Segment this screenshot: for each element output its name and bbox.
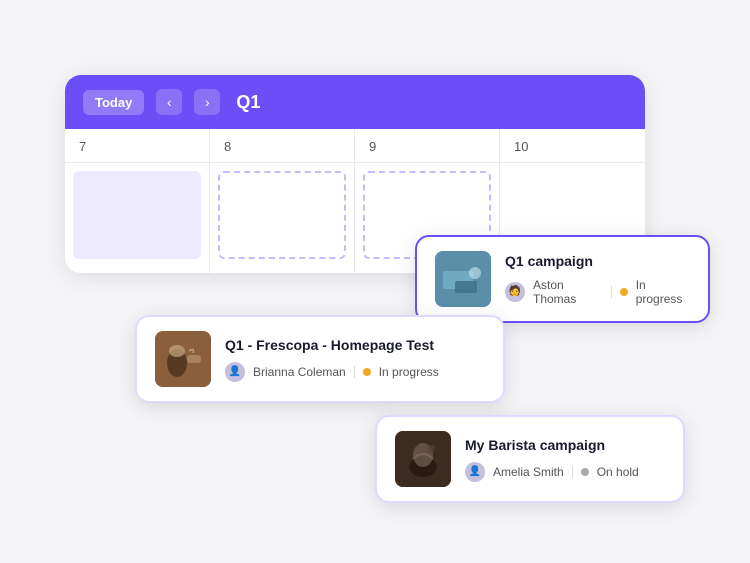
task-title-q1: Q1 campaign <box>505 252 690 270</box>
divider-q1 <box>611 286 612 298</box>
today-button[interactable]: Today <box>83 90 144 115</box>
day-header-7: 7 <box>65 129 209 163</box>
status-dot-q1 <box>620 288 628 296</box>
day-header-8: 8 <box>210 129 354 163</box>
avatar-barista: 👤 <box>465 462 485 482</box>
task-thumbnail-barista <box>395 431 451 487</box>
avatar-frescopa: 👤 <box>225 362 245 382</box>
divider-frescopa <box>354 366 355 378</box>
status-dot-frescopa <box>363 368 371 376</box>
avatar-q1: 🧑 <box>505 282 525 302</box>
day-header-10: 10 <box>500 129 645 163</box>
status-barista: On hold <box>597 465 639 479</box>
status-frescopa: In progress <box>379 365 439 379</box>
cal-col-8: 8 <box>210 129 355 273</box>
status-q1: In progress <box>636 278 690 306</box>
task-card-q1-campaign[interactable]: Q1 campaign 🧑 Aston Thomas In progress <box>415 235 710 323</box>
task-info-q1: Q1 campaign 🧑 Aston Thomas In progress <box>505 252 690 305</box>
task-info-barista: My Barista campaign 👤 Amelia Smith On ho… <box>465 436 665 481</box>
day-header-9: 9 <box>355 129 499 163</box>
cal-col-7: 7 <box>65 129 210 273</box>
task-thumbnail-q1 <box>435 251 491 307</box>
author-q1: Aston Thomas <box>533 278 603 306</box>
task-info-frescopa: Q1 - Frescopa - Homepage Test 👤 Brianna … <box>225 336 485 381</box>
task-card-frescopa[interactable]: Q1 - Frescopa - Homepage Test 👤 Brianna … <box>135 315 505 403</box>
task-meta-q1: 🧑 Aston Thomas In progress <box>505 278 690 306</box>
divider-barista <box>572 466 573 478</box>
task-card-barista[interactable]: My Barista campaign 👤 Amelia Smith On ho… <box>375 415 685 503</box>
day-body-8 <box>210 163 354 273</box>
next-button[interactable]: › <box>194 89 220 115</box>
author-frescopa: Brianna Coleman <box>253 365 346 379</box>
event-block-7[interactable] <box>73 171 201 259</box>
task-title-frescopa: Q1 - Frescopa - Homepage Test <box>225 336 485 354</box>
event-dashed-8[interactable] <box>218 171 346 259</box>
author-barista: Amelia Smith <box>493 465 564 479</box>
task-meta-frescopa: 👤 Brianna Coleman In progress <box>225 362 485 382</box>
quarter-label: Q1 <box>236 92 260 113</box>
day-body-7 <box>65 163 209 273</box>
calendar-header: Today ‹ › Q1 <box>65 75 645 129</box>
task-meta-barista: 👤 Amelia Smith On hold <box>465 462 665 482</box>
prev-button[interactable]: ‹ <box>156 89 182 115</box>
task-title-barista: My Barista campaign <box>465 436 665 454</box>
task-thumbnail-frescopa <box>155 331 211 387</box>
status-dot-barista <box>581 468 589 476</box>
